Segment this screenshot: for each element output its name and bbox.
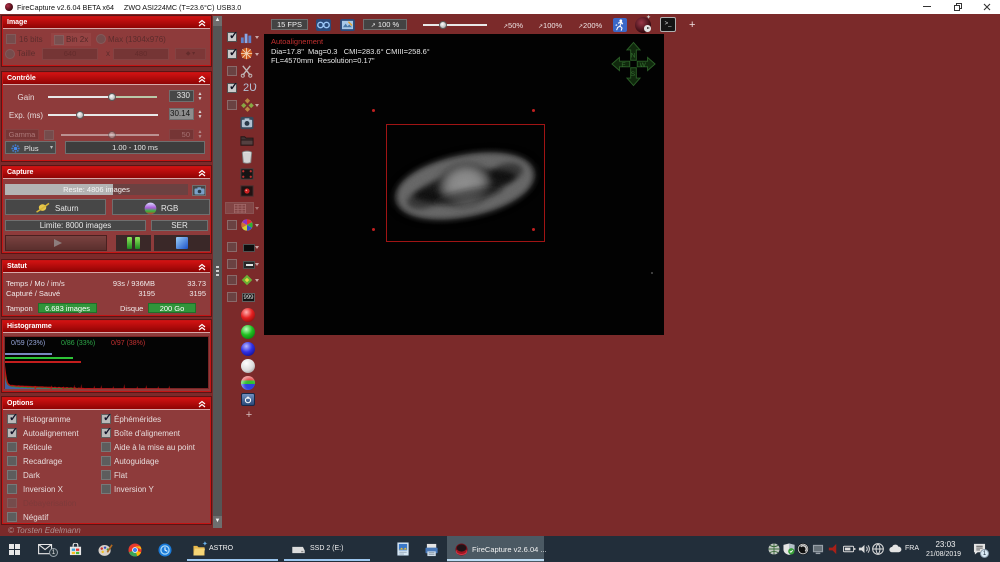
svg-text:W: W — [640, 62, 647, 69]
svg-text:S: S — [631, 71, 636, 78]
svg-text:N: N — [631, 52, 636, 59]
svg-text:E: E — [621, 62, 626, 69]
